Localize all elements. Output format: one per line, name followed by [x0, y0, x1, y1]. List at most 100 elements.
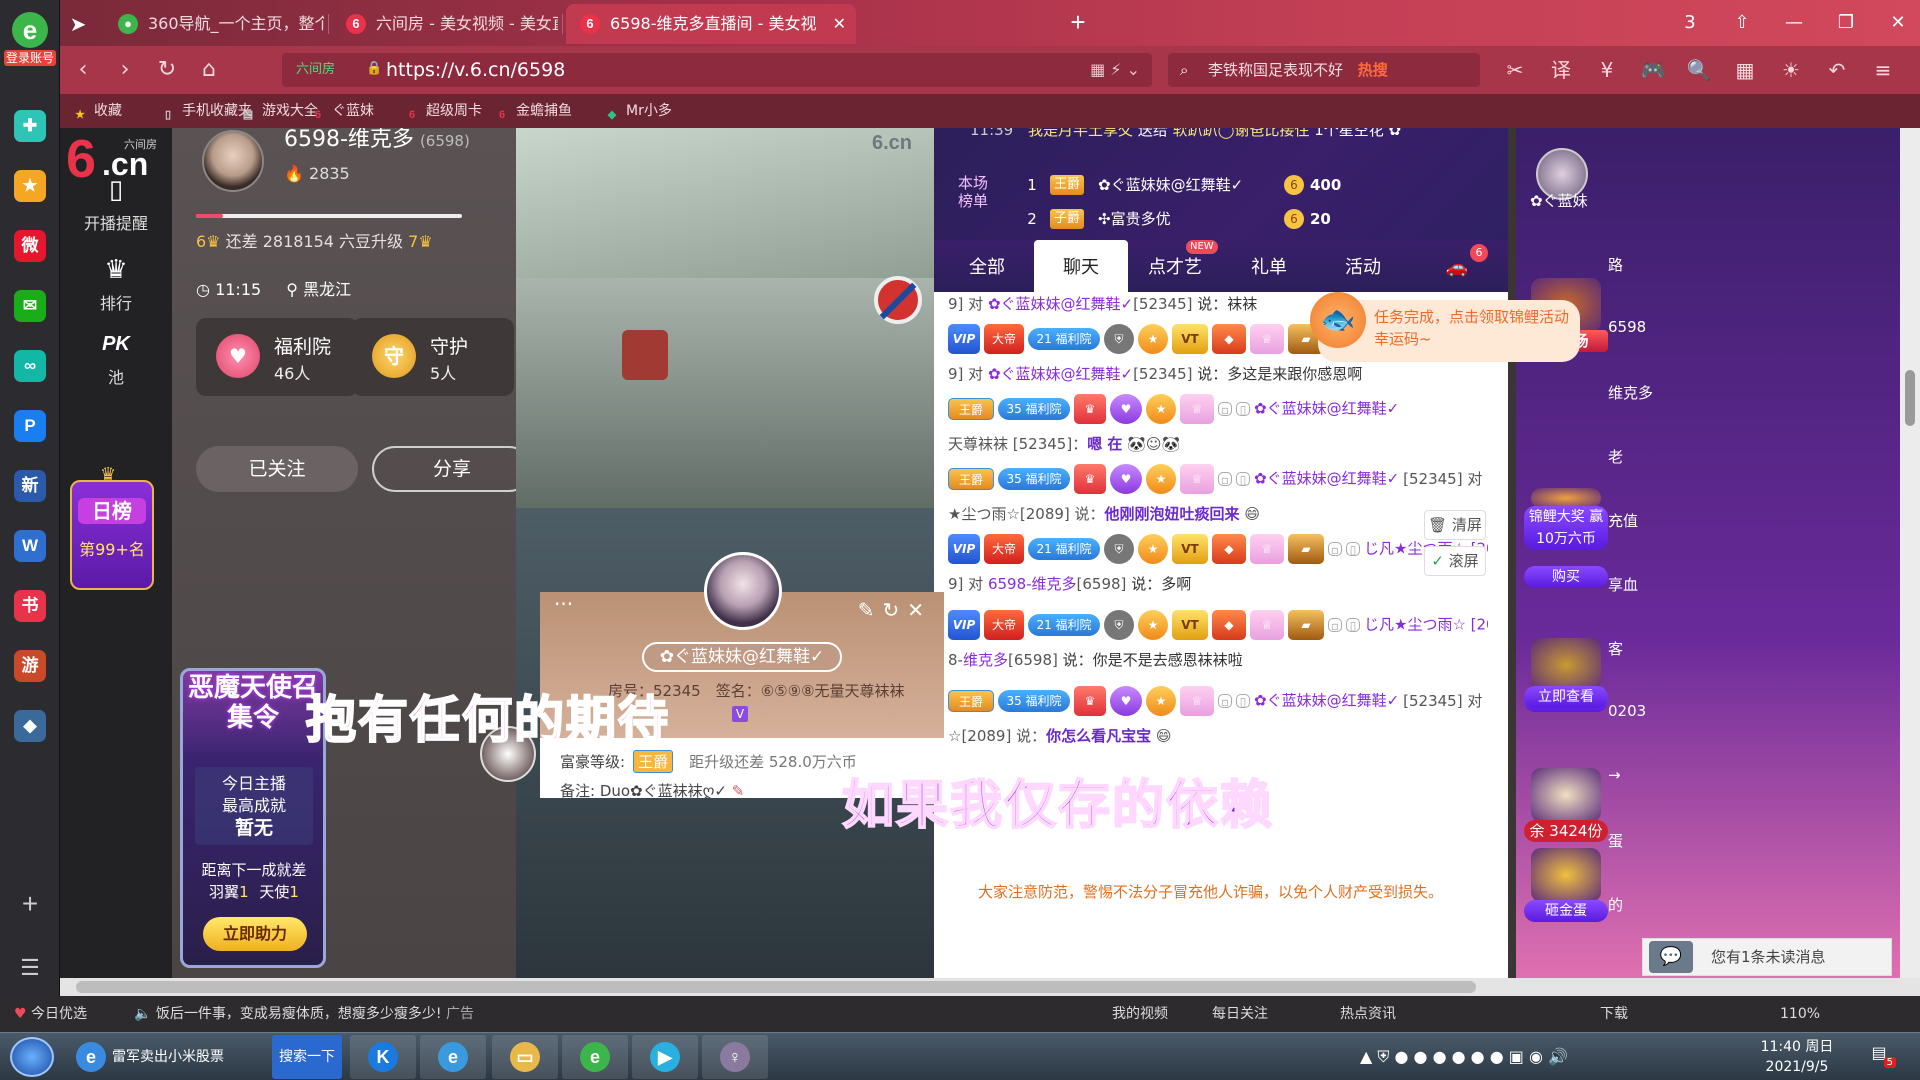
chat-tab[interactable]: 🚗 6 — [1410, 240, 1504, 292]
horizontal-scrollbar[interactable] — [60, 978, 1920, 996]
zoom-level[interactable]: 110% — [1780, 996, 1820, 1032]
activity-entry[interactable]: 立即查看 — [1524, 686, 1608, 708]
live-video-player[interactable]: 6.cn — [516, 128, 934, 978]
minimize-button[interactable]: — — [1774, 8, 1814, 38]
billboard-row[interactable]: 1 王爵 ✿ぐ蓝妹妹@红舞鞋✓ 6 400 — [1022, 170, 1492, 200]
grid-icon[interactable]: ▦ — [1730, 56, 1760, 84]
skin-icon[interactable]: ⇧ — [1722, 8, 1762, 38]
magnifier-icon[interactable]: 🔍 — [1684, 56, 1714, 84]
search-input[interactable]: ⌕ 李铁称国足表现不好 热搜 — [1168, 53, 1480, 87]
chat-user-name[interactable]: 维克多 — [963, 651, 1008, 669]
devil-angel-event-card[interactable]: 恶魔天使召集令 今日主播 最高成就 暂无 距离下一成就差 羽翼1 天使1 立即助… — [180, 668, 326, 968]
chat-tab[interactable]: 全部 — [940, 240, 1034, 292]
activity-entry[interactable]: 砸金蛋 — [1524, 848, 1608, 922]
scroll-thumb[interactable] — [76, 981, 1476, 993]
taskbar-item[interactable]: e 雷军卖出小米股票 — [70, 1035, 270, 1079]
nav-pk-pool[interactable]: PK 池 — [60, 328, 172, 388]
menu-icon[interactable]: ≡ — [1868, 56, 1898, 84]
bookmark-item[interactable]: ◆ Mr小多 — [604, 94, 672, 128]
activity-entry[interactable]: 购买 — [1524, 566, 1608, 588]
activity-entry[interactable]: 锦鲤大奖 赢10万六币 — [1524, 488, 1608, 550]
new-tab-button[interactable]: + — [1060, 4, 1096, 40]
today-picks[interactable]: ♥ 今日优选 — [14, 996, 87, 1032]
daily-focus-link[interactable]: 每日关注 — [1212, 996, 1268, 1032]
mail-icon[interactable]: ✉ — [14, 290, 46, 322]
forward-button[interactable]: › — [108, 54, 142, 86]
bookmark-item[interactable]: ▯ 手机收藏夹 — [160, 94, 252, 128]
coupon-icon[interactable]: ¥ — [1592, 56, 1622, 84]
share-button[interactable]: 分享 — [372, 446, 532, 492]
translate-icon[interactable]: 译 — [1546, 56, 1576, 84]
gift-sender[interactable]: 我是月半土享攵 — [1028, 128, 1133, 139]
chat-user-name[interactable]: 6598-维克多 — [988, 575, 1077, 593]
taskbar-item[interactable]: ▶ — [632, 1035, 698, 1079]
welfare-house-button[interactable]: ♥ 福利院 46人 — [196, 318, 358, 396]
browser360-logo[interactable]: e 登录账号 — [4, 12, 56, 72]
bookmark-item[interactable]: ★ 收藏 — [72, 94, 122, 128]
url-tools-icon[interactable]: ▦ ⚡ ⌄ — [1090, 53, 1140, 87]
task-complete-bubble[interactable]: 🐟 任务完成，点击领取锦鲤活动幸运码~ — [1310, 292, 1580, 362]
chat-user-name[interactable]: ✿ぐ蓝妹妹@红舞鞋✓ — [988, 365, 1133, 383]
bookmark-item[interactable]: 6 超级周卡 — [404, 94, 482, 128]
url-input[interactable]: 六间房 🔒 https://v.6.cn/6598 ▦ ⚡ ⌄ — [282, 53, 1152, 87]
popup-tool-icons[interactable]: ✎↻✕ — [858, 598, 932, 622]
chat-tab[interactable]: 聊天 — [1034, 240, 1128, 292]
taskbar-item[interactable]: e — [562, 1035, 628, 1079]
taskbar-item[interactable]: 搜索一下 — [272, 1035, 342, 1079]
close-window-button[interactable]: ✕ — [1878, 8, 1918, 38]
chat-user-name[interactable]: ✿ぐ蓝妹妹@红舞鞋✓ — [1254, 692, 1399, 710]
bookmark-item[interactable]: ▤ 游戏大全 — [240, 94, 318, 128]
menu-list-icon[interactable]: ☰ — [14, 952, 46, 984]
browser-tab[interactable]: 6 六间房 - 美女视频 - 美女直播 — [332, 4, 558, 44]
taskbar-item[interactable]: ▭ — [492, 1035, 558, 1079]
system-clock[interactable]: 11:40 周日 2021/9/5 — [1752, 1037, 1842, 1077]
daily-rank-box[interactable]: 日榜 第99+名 — [70, 480, 154, 590]
guard-button[interactable]: 守 守护 5人 — [352, 318, 514, 396]
doc-icon[interactable]: W — [14, 530, 46, 562]
xiaohongshu-icon[interactable]: 书 — [14, 590, 46, 622]
nav-live-reminder[interactable]: ▯ 开播提醒 — [60, 174, 172, 234]
help-now-button[interactable]: 立即助力 — [203, 917, 307, 951]
browser-tab[interactable]: 6 6598-维克多直播间 - 美女视 ✕ — [566, 4, 856, 44]
send-icon[interactable]: ➤ — [60, 8, 96, 40]
taskbar-item[interactable]: e — [420, 1035, 486, 1079]
game-icon[interactable]: 游 — [14, 650, 46, 682]
chat-tab[interactable]: 点才艺 NEW — [1128, 240, 1222, 292]
chat-tab[interactable]: 活动 — [1316, 240, 1410, 292]
p-icon[interactable]: P — [14, 410, 46, 442]
add-app-icon[interactable]: + — [14, 888, 46, 920]
popup-user-avatar[interactable] — [704, 552, 782, 630]
chat-user-name[interactable]: ✿ぐ蓝妹妹@红舞鞋✓ — [1254, 470, 1399, 488]
activity-entry[interactable]: 余 3424份 — [1524, 768, 1608, 842]
gamepad-icon[interactable]: 🎮 — [1638, 56, 1668, 84]
nav-ranking[interactable]: ♛ 排行 — [60, 254, 172, 314]
home-button[interactable]: ⌂ — [192, 54, 226, 86]
billboard-row[interactable]: 2 子爵 ✣富贵多优 6 20 — [1022, 204, 1492, 234]
browser-tab[interactable]: ● 360导航_一个主页，整个世界 — [104, 4, 324, 44]
back-button[interactable]: ‹ — [66, 54, 100, 86]
chat-user-name[interactable]: ✿ぐ蓝妹妹@红舞鞋✓ — [988, 295, 1133, 313]
more-icon[interactable]: ··· — [554, 592, 573, 616]
close-tab-icon[interactable]: ✕ — [833, 4, 846, 44]
gift-target[interactable]: 软趴趴◯谢爸比接住 — [1173, 128, 1310, 139]
start-button[interactable] — [10, 1037, 54, 1077]
edit-icon[interactable]: ✎ — [732, 782, 745, 798]
brightness-icon[interactable]: ☀ — [1776, 56, 1806, 84]
link-icon[interactable]: ∞ — [14, 350, 46, 382]
star-icon[interactable]: ★ — [14, 170, 46, 202]
bookmark-item[interactable]: 6 ぐ蓝妹 — [310, 94, 374, 128]
tray-icons[interactable]: ▲ ⛨ ● ● ● ● ● ● ▣ ◉ 🔊 — [1360, 1047, 1568, 1066]
hot-news-link[interactable]: 热点资讯 — [1340, 996, 1396, 1032]
notification-center[interactable]: ▤ 5 — [1866, 1043, 1896, 1069]
vertical-scrollbar[interactable] — [1900, 128, 1920, 978]
bookmark-item[interactable]: 6 金蟾捕鱼 — [494, 94, 572, 128]
chat-user-name[interactable]: ✿ぐ蓝妹妹@红舞鞋✓ — [1254, 400, 1399, 418]
undo-icon[interactable]: ↶ — [1822, 56, 1852, 84]
chat-tab[interactable]: 礼单 — [1222, 240, 1316, 292]
screenshot-icon[interactable]: ✂ — [1500, 56, 1530, 84]
tab-count-icon[interactable]: 3 — [1670, 8, 1710, 38]
taskbar-item[interactable]: ♀ — [702, 1035, 768, 1079]
news-icon[interactable]: 新 — [14, 470, 46, 502]
auto-scroll-button[interactable]: ✓ 滚屏 — [1424, 546, 1486, 576]
taskbar-item[interactable]: K — [350, 1035, 416, 1079]
